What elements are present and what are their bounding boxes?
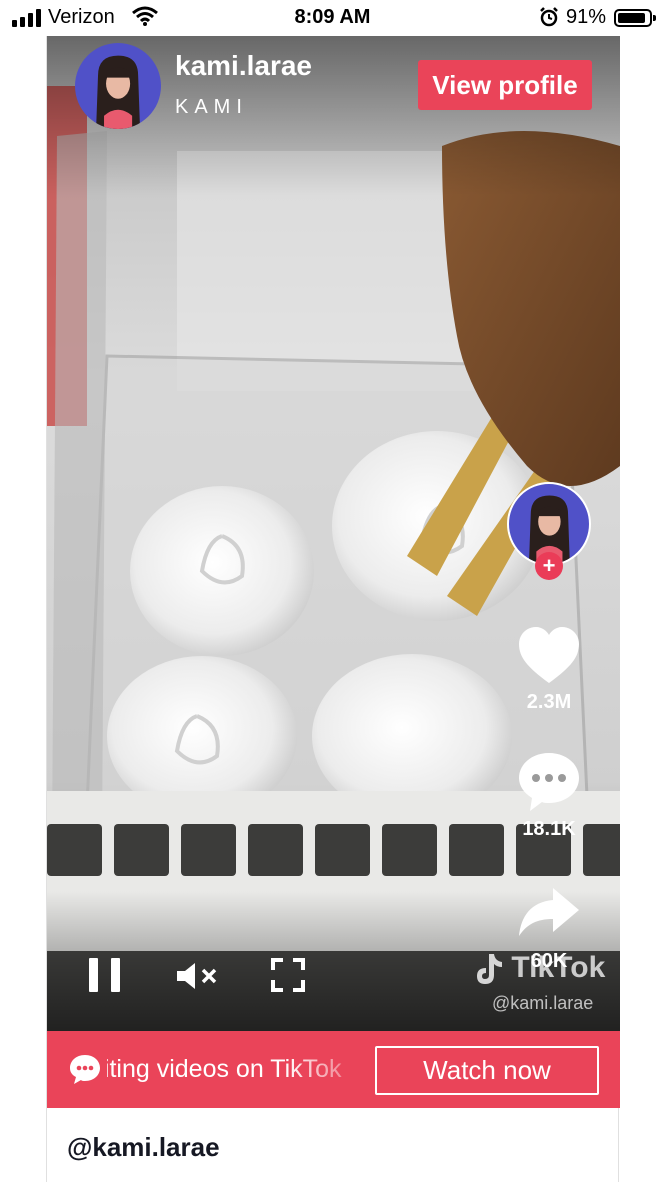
watch-more-banner: exciting videos on TikTok Watch now <box>47 1031 620 1108</box>
like-count: 2.3M <box>526 691 572 713</box>
comment-icon <box>519 753 579 811</box>
tiktok-embed-card: kami.larae KAMI View profile + 2.3M 18.1… <box>46 36 620 1182</box>
heart-icon <box>519 627 579 683</box>
mute-button[interactable] <box>175 960 219 997</box>
watch-now-button[interactable]: Watch now <box>375 1046 599 1095</box>
fullscreen-button[interactable] <box>271 958 305 997</box>
battery-percent: 91% <box>566 6 607 28</box>
share-icon <box>519 888 579 936</box>
comment-action[interactable]: 18.1K <box>509 750 589 841</box>
author-avatar[interactable] <box>75 43 161 129</box>
alarm-icon <box>538 6 560 34</box>
comment-count: 18.1K <box>522 818 576 840</box>
signal-icon <box>12 9 41 27</box>
video-player[interactable]: kami.larae KAMI View profile + 2.3M 18.1… <box>47 36 620 1031</box>
mute-icon <box>177 963 217 989</box>
watermark-handle: @kami.larae <box>492 993 594 1013</box>
like-action[interactable]: 2.3M <box>509 625 589 714</box>
tiktok-watermark: TikTok <box>473 951 605 986</box>
pause-icon <box>89 958 120 992</box>
footer-author-handle[interactable]: @kami.larae <box>67 1132 220 1163</box>
author-display-name: KAMI <box>175 96 248 118</box>
status-bar: Verizon 8:09 AM 91% <box>0 0 665 36</box>
pause-button[interactable] <box>87 956 123 999</box>
avatar-face-icon <box>96 55 140 129</box>
fullscreen-icon <box>271 958 305 992</box>
battery-icon <box>614 9 656 27</box>
tiktok-watermark-text: TikTok <box>511 951 606 984</box>
promo-fade <box>285 1047 377 1093</box>
view-profile-button[interactable]: View profile <box>418 60 592 110</box>
author-username[interactable]: kami.larae <box>175 50 312 82</box>
follow-plus-button[interactable]: + <box>535 552 563 580</box>
wifi-icon <box>132 6 158 32</box>
battery-fill <box>618 13 645 23</box>
tiktok-logo-icon <box>477 954 502 985</box>
chat-bubble-icon <box>70 1055 100 1084</box>
carrier-name: Verizon <box>48 6 115 28</box>
